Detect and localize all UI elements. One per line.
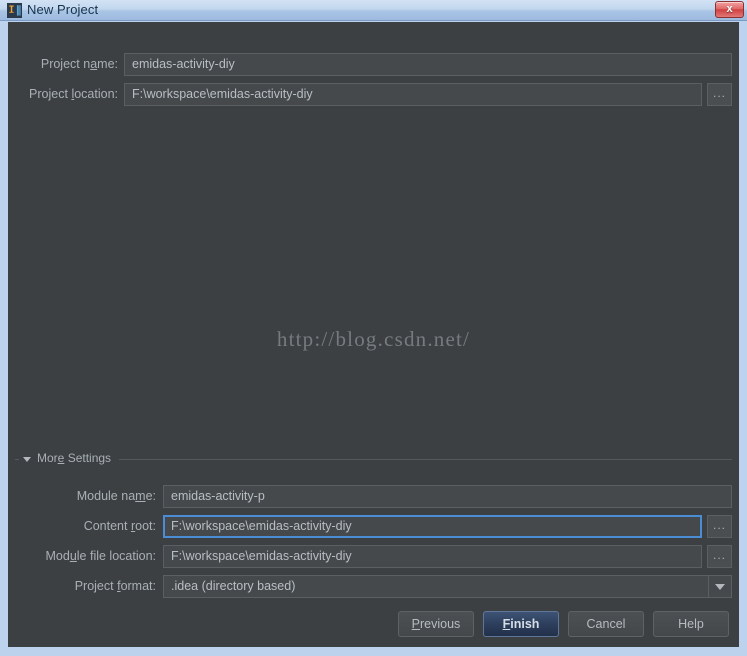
window-frame: New Project x Project name: emidas-activi…	[0, 0, 747, 656]
chevron-down-icon[interactable]	[23, 457, 31, 462]
browse-button[interactable]: ...	[707, 515, 732, 538]
field-label: Module file location:	[45, 549, 157, 563]
text-input[interactable]: emidas-activity-p	[163, 485, 732, 508]
field-label: Project location:	[29, 87, 118, 101]
dialog-button[interactable]: Cancel	[568, 611, 644, 637]
dialog-button[interactable]: Previous	[398, 611, 474, 637]
more-settings-group-header: More Settings	[15, 451, 732, 467]
new-project-dialog: Project name: emidas-activity-diy Project …	[8, 22, 739, 647]
close-button[interactable]: x	[715, 1, 744, 18]
ellipsis-icon: ...	[712, 86, 726, 100]
combo-dropdown-arrow[interactable]	[708, 576, 731, 597]
close-icon: x	[726, 3, 733, 15]
field-label: Project name:	[40, 57, 118, 71]
text-input[interactable]: F:\workspace\emidas-activity-diy	[163, 545, 702, 568]
text-input[interactable]: emidas-activity-diy	[124, 53, 732, 76]
text-input[interactable]: F:\workspace\emidas-activity-diy	[163, 515, 702, 538]
browse-button[interactable]: ...	[707, 545, 732, 568]
ellipsis-icon: ...	[712, 518, 726, 532]
combo-box[interactable]: .idea (directory based)	[163, 575, 732, 598]
browse-button[interactable]: ...	[707, 83, 732, 106]
dialog-button[interactable]: Finish	[483, 611, 559, 637]
dialog-button[interactable]: Help	[653, 611, 729, 637]
title-bar[interactable]: New Project x	[0, 0, 747, 21]
window-title: New Project	[27, 2, 99, 17]
watermark-text: http://blog.csdn.net/	[276, 327, 471, 351]
field-label: Content root:	[83, 519, 156, 533]
more-settings-label[interactable]: More Settings	[37, 451, 111, 465]
text-input[interactable]: F:\workspace\emidas-activity-diy	[124, 83, 702, 106]
intellij-idea-icon	[7, 3, 22, 18]
group-separator-line	[119, 459, 732, 460]
field-label: Project format:	[74, 579, 156, 593]
field-label: Module name:	[76, 489, 156, 503]
chevron-down-icon	[715, 583, 725, 590]
group-separator-left	[15, 459, 19, 460]
ellipsis-icon: ...	[712, 548, 726, 562]
